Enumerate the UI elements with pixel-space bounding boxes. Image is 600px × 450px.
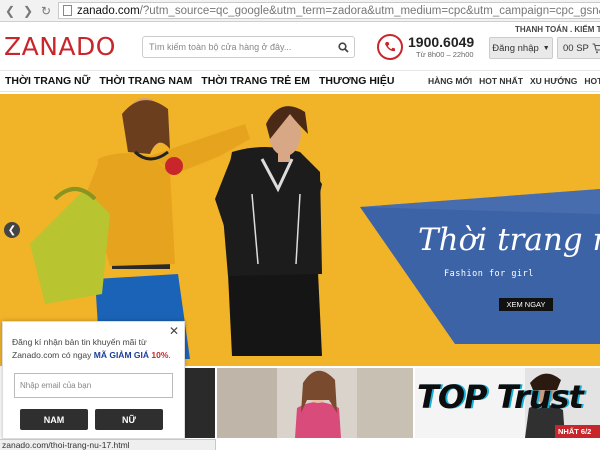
subscribe-male-button[interactable]: NAM [20,409,88,430]
nav-item-kids[interactable]: THỜI TRANG TRẺ EM [201,71,310,92]
shop-now-button[interactable]: XEM NGAY [499,298,553,311]
search-input[interactable] [143,37,332,57]
promo-thumb-2[interactable] [217,368,413,438]
top-trust-label: TOP Trust [417,378,584,416]
cart-button[interactable]: 00 SP [557,37,600,59]
address-bar[interactable]: zanado.com/?utm_source=qc_google&utm_ter… [58,2,600,19]
popup-discount: 10% [151,350,169,360]
search-box [142,36,355,58]
login-button[interactable]: Đăng nhập ▼ [489,37,553,59]
promo-badge: NHẤT 6/2 [558,427,592,436]
newsletter-email-field[interactable] [14,373,173,398]
nav-item-hot-deal[interactable]: HOT DE [584,71,600,92]
nav-item-women[interactable]: THỜI TRANG NỮ [5,71,90,92]
top-links[interactable]: THANH TOÁN . KIỂM TI [515,25,600,34]
phone-icon [377,34,403,60]
nav-item-brands[interactable]: THƯƠNG HIỆU [319,71,394,92]
category-nav: THỜI TRANG NỮ THỜI TRANG NAM THỜI TRANG … [0,70,600,92]
popup-code-label: MÃ GIẢM GIÁ [93,350,152,360]
browser-status-bar: zanado.com/thoi-trang-nu-17.html [0,439,216,450]
nav-item-trend[interactable]: XU HƯỚNG [530,71,577,92]
carousel-prev-button[interactable]: ❮ [4,222,20,238]
back-arrow-icon[interactable]: ❮ [4,0,16,22]
nav-item-new[interactable]: HÀNG MỚI [428,71,472,92]
forward-arrow-icon[interactable]: ❯ [22,0,34,22]
nav-item-men[interactable]: THỜI TRANG NAM [99,71,192,92]
url-path: /?utm_source=qc_google&utm_term=zadora&u… [139,4,600,17]
promo-thumb-1[interactable] [185,368,215,438]
cart-count: 00 SP [563,42,589,54]
promo-thumb-3[interactable]: TOP Trust NHẤT 6/2 [415,368,600,438]
newsletter-popup: ✕ Đăng kí nhận bản tin khuyến mãi từ Zan… [2,321,185,439]
nav-item-hot[interactable]: HOT NHẤT [479,71,523,92]
hotline-number[interactable]: 1900.6049 [408,34,474,50]
banner-subtitle: Fashion for girl [444,269,534,279]
url-host: zanado.com [77,4,140,17]
site-header: ZANADO 1900.6049 Từ 8h00 – 22h00 THANH T… [0,22,600,70]
reload-icon[interactable]: ↻ [40,0,52,22]
subscribe-female-button[interactable]: NỮ [95,409,163,430]
popup-message-end: . [168,350,171,360]
popup-message: Đăng kí nhận bản tin khuyến mãi từ Zanad… [12,336,177,362]
page-icon [63,5,72,16]
cart-icon [592,42,600,53]
search-button[interactable] [332,37,354,57]
banner-title: Thời trang nữ [418,222,600,258]
hotline-hours: Từ 8h00 – 22h00 [416,50,474,59]
promo-thumb-2-image [217,368,413,438]
browser-toolbar: ❮ ❯ ↻ zanado.com/?utm_source=qc_google&u… [0,0,600,22]
site-logo[interactable]: ZANADO [4,32,116,61]
search-icon [337,41,349,53]
chevron-down-icon: ▼ [542,44,550,52]
login-label: Đăng nhập [492,42,539,54]
